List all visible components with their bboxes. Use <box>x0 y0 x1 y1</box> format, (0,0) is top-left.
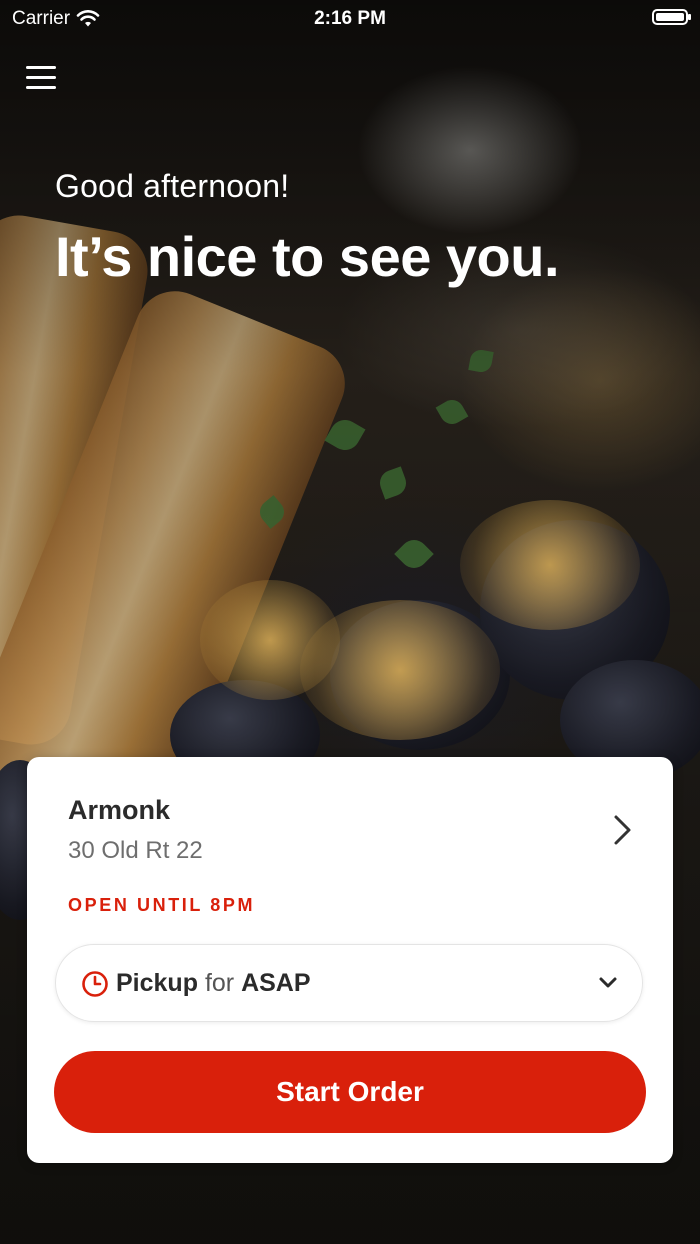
status-time: 2:16 PM <box>314 8 386 29</box>
welcome-headline: It’s nice to see you. <box>55 225 560 288</box>
status-bar: Carrier 2:16 PM <box>0 0 700 36</box>
chevron-down-icon <box>599 977 617 988</box>
pickup-time-selector[interactable]: Pickup for ASAP <box>55 944 643 1022</box>
start-order-button[interactable]: Start Order <box>54 1051 646 1133</box>
order-mode: Pickup <box>116 969 198 997</box>
chevron-right-icon <box>614 815 631 845</box>
order-connector: for <box>204 969 235 997</box>
location-name: Armonk <box>68 795 171 825</box>
battery-icon <box>652 9 691 25</box>
hours-status: OPEN UNTIL 8PM <box>68 895 256 915</box>
order-time: ASAP <box>241 969 311 997</box>
clock-icon <box>82 971 108 997</box>
home-screen: Carrier 2:16 PM Good afternoon! It’s nic… <box>0 0 700 1244</box>
hamburger-menu-icon[interactable] <box>26 66 56 92</box>
greeting-text: Good afternoon! <box>55 168 290 204</box>
pickup-summary: Pickup for ASAP <box>116 969 311 998</box>
location-address: 30 Old Rt 22 <box>68 837 203 864</box>
location-selector[interactable]: Armonk 30 Old Rt 22 <box>27 757 673 877</box>
order-card: Armonk 30 Old Rt 22 OPEN UNTIL 8PM Picku… <box>27 757 673 1163</box>
